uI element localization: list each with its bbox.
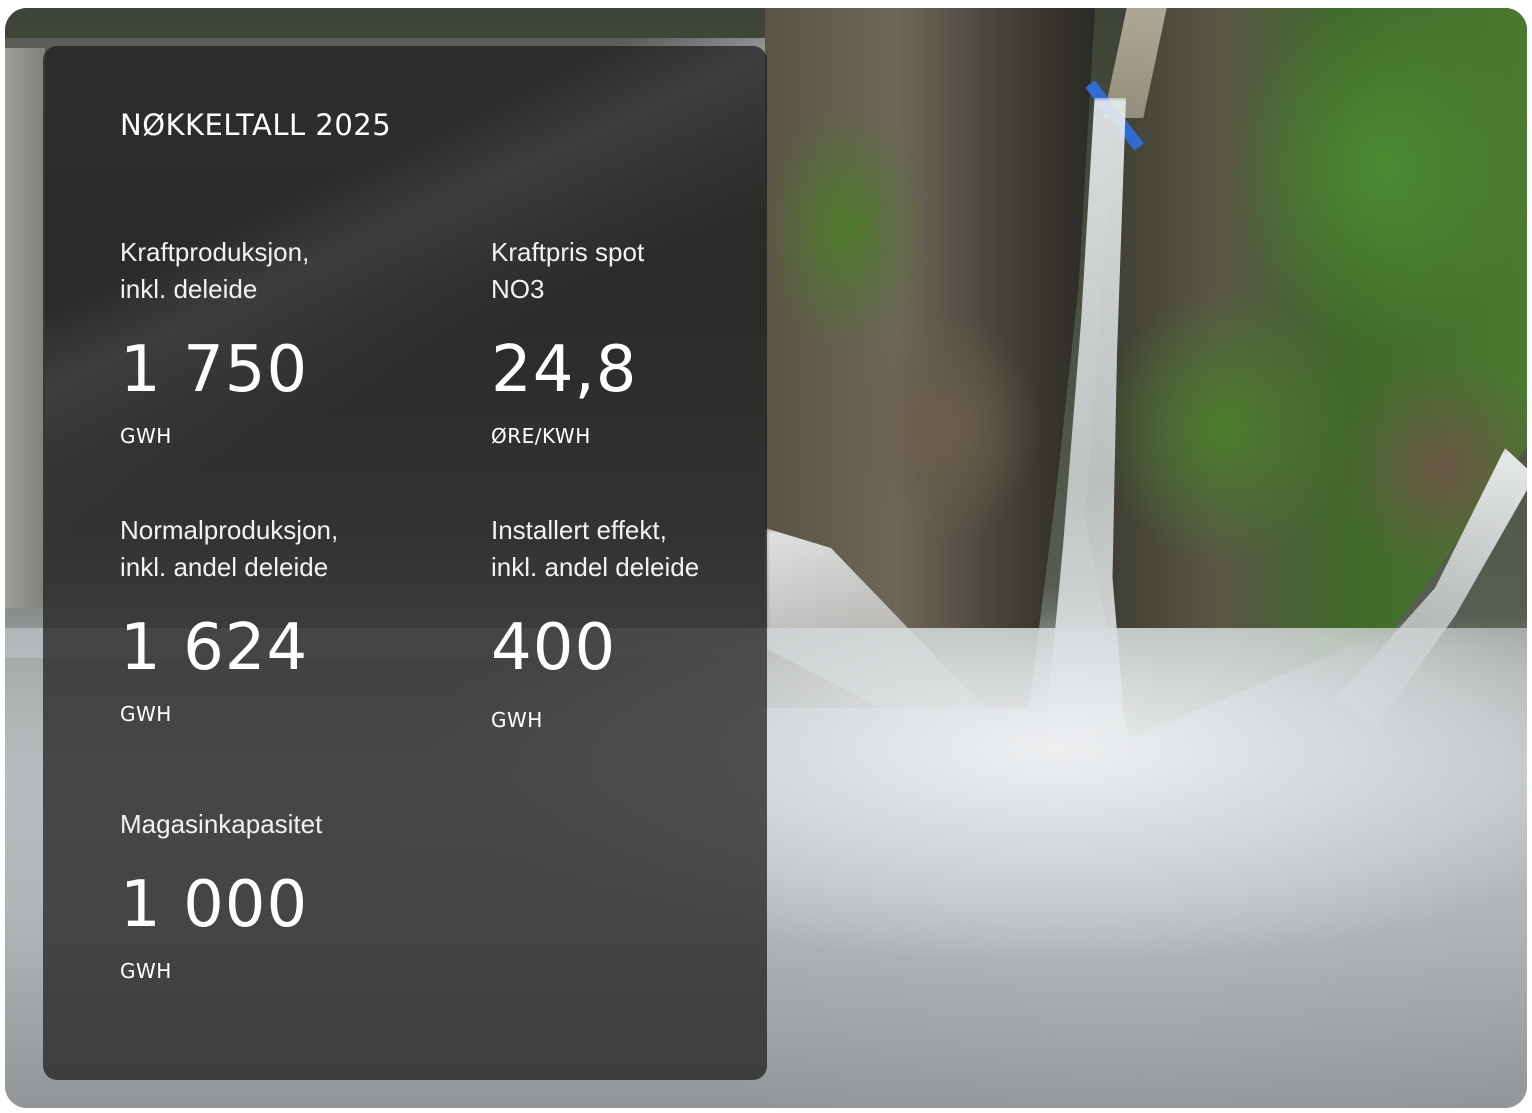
stat-label: Kraftproduksjon, inkl. deleide xyxy=(120,237,310,304)
stat-value: 400 xyxy=(491,611,617,685)
stat-label: Installert effekt, inkl. andel deleide xyxy=(491,515,700,582)
stat-power-production: Kraftproduksjon, inkl. deleide 1 750 GWH xyxy=(120,234,440,448)
stat-normal-production: Normalproduksjon, inkl. andel deleide 1 … xyxy=(120,512,440,726)
panel-title: NØKKELTALL 2025 xyxy=(120,108,392,142)
stat-label: Kraftpris spot NO3 xyxy=(491,237,645,304)
dam-wall xyxy=(5,48,45,608)
stat-reservoir-capacity: Magasinkapasitet 1 000 GWH xyxy=(120,806,440,983)
stat-unit: GWH xyxy=(120,424,172,448)
stat-label: Normalproduksjon, inkl. andel deleide xyxy=(120,515,339,582)
stat-value: 24,8 xyxy=(491,333,638,407)
stat-installed-capacity: Installert effekt, inkl. andel deleide 4… xyxy=(491,512,811,732)
stat-unit: GWH xyxy=(120,702,172,726)
stat-value: 1 000 xyxy=(120,868,309,942)
stat-label: Magasinkapasitet xyxy=(120,809,323,839)
stat-value: 1 624 xyxy=(120,611,309,685)
stat-spot-price: Kraftpris spot NO3 24,8 ØRE/KWH xyxy=(491,234,811,448)
key-figures-panel: NØKKELTALL 2025 Kraftproduksjon, inkl. d… xyxy=(43,46,767,1080)
stat-value: 1 750 xyxy=(120,333,309,407)
stat-unit: GWH xyxy=(120,959,172,983)
stat-unit: GWH xyxy=(491,708,543,732)
stat-unit: ØRE/KWH xyxy=(491,424,591,448)
